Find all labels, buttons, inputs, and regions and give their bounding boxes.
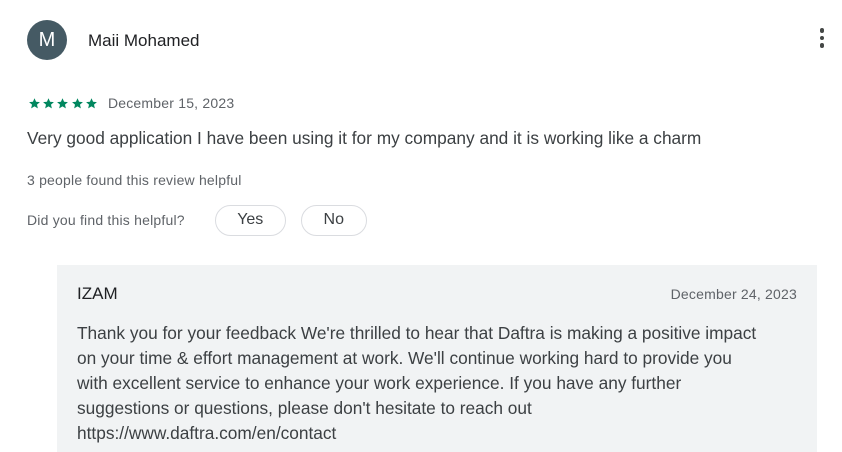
star-icon bbox=[28, 97, 41, 110]
star-icon bbox=[85, 97, 98, 110]
review-header: M Maii Mohamed bbox=[27, 20, 827, 60]
avatar: M bbox=[27, 20, 67, 60]
no-button[interactable]: No bbox=[300, 204, 367, 236]
review-meta: December 15, 2023 bbox=[28, 94, 234, 112]
star-icon bbox=[71, 97, 84, 110]
helpful-question: Did you find this helpful? bbox=[27, 212, 185, 228]
star-icon bbox=[56, 97, 69, 110]
reply-line: Thank you for your feedback We're thrill… bbox=[77, 323, 757, 343]
developer-reply-date: December 24, 2023 bbox=[670, 286, 797, 302]
star-icon bbox=[42, 97, 55, 110]
reply-line: suggestions or questions, please don't h… bbox=[77, 398, 532, 418]
star-rating bbox=[28, 97, 99, 110]
review-text: Very good application I have been using … bbox=[27, 128, 702, 148]
reply-line: on your time & effort management at work… bbox=[77, 348, 732, 368]
reply-link: https://www.daftra.com/en/contact bbox=[77, 423, 337, 443]
more-options-button[interactable] bbox=[817, 28, 827, 52]
reviewer-name: Maii Mohamed bbox=[88, 31, 200, 50]
review-card: M Maii Mohamed December 15, 2023 Very go… bbox=[0, 0, 842, 452]
more-vert-icon bbox=[817, 28, 827, 48]
reply-line: with excellent service to enhance your w… bbox=[77, 373, 682, 393]
developer-reply-text: Thank you for your feedback We're thrill… bbox=[77, 321, 802, 446]
yes-button[interactable]: Yes bbox=[214, 204, 286, 236]
helpful-count: 3 people found this review helpful bbox=[27, 172, 242, 188]
review-date: December 15, 2023 bbox=[107, 95, 235, 111]
helpful-feedback: Did you find this helpful? Yes No bbox=[27, 204, 367, 236]
developer-name: IZAM bbox=[77, 284, 118, 303]
developer-reply: IZAM December 24, 2023 Thank you for you… bbox=[57, 265, 817, 452]
